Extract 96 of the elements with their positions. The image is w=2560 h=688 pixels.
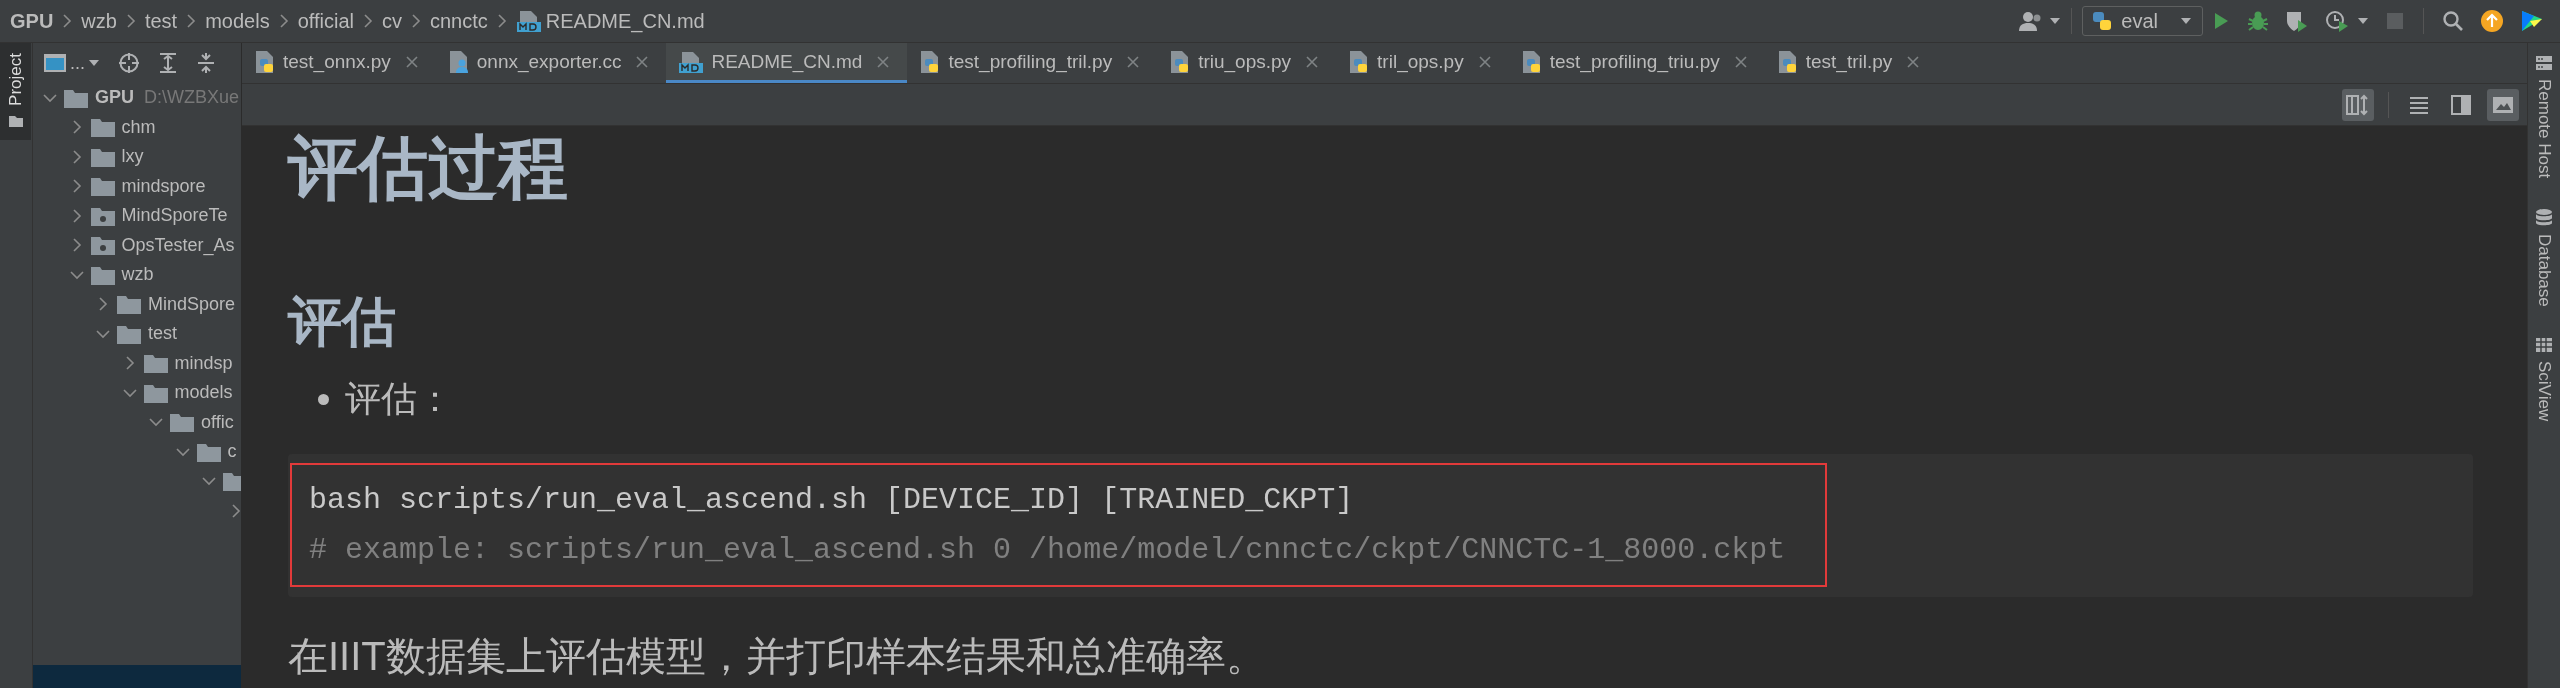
close-icon[interactable] xyxy=(1907,55,1920,68)
window-icon xyxy=(43,52,67,74)
code-line: bash scripts/run_eval_ascend.sh [DEVICE_ID] [TRAINED_CKPT] xyxy=(309,482,1354,519)
breadcrumb-separator-icon xyxy=(411,13,421,29)
breadcrumb-separator-icon xyxy=(496,13,507,29)
caret-icon xyxy=(2049,17,2062,25)
run-config-dropdown[interactable]: eval xyxy=(2082,6,2203,36)
close-icon[interactable] xyxy=(405,55,418,68)
tree-item[interactable]: GPU xyxy=(95,87,134,109)
breadcrumb-separator-icon xyxy=(186,13,197,29)
search-icon[interactable] xyxy=(2442,10,2464,32)
folder-icon xyxy=(169,411,195,434)
python-icon xyxy=(2091,10,2114,32)
split-view-icon xyxy=(2451,94,2471,115)
tree-item[interactable]: MindSpore xyxy=(148,293,236,315)
tree-item[interactable]: c xyxy=(227,441,237,463)
database-icon xyxy=(2534,208,2553,227)
breadcrumb-item[interactable]: models xyxy=(205,9,270,33)
breadcrumb-item[interactable]: cv xyxy=(382,9,402,33)
breadcrumb-separator-icon xyxy=(62,13,73,29)
tree-item[interactable]: OpsTester_As xyxy=(121,234,235,256)
folder-icon xyxy=(89,234,116,257)
bullet-icon xyxy=(318,393,329,405)
folder-icon xyxy=(89,175,116,198)
editor-tab[interactable]: onnx_exporter.cc xyxy=(435,43,667,83)
code-comment: # example: scripts/run_eval_ascend.sh 0 /home/model/cnnctc/ckpt/CNNCTC-1_8000.ckpt xyxy=(309,532,1786,569)
expand-all-icon[interactable] xyxy=(158,52,178,74)
breadcrumb-item[interactable]: README_CN.md xyxy=(545,9,705,33)
breadcrumb-item[interactable]: official xyxy=(297,9,354,33)
tool-window-tab[interactable]: Database xyxy=(2528,208,2559,307)
editor-tab[interactable]: triu_ops.py xyxy=(1157,43,1337,83)
python-file-icon xyxy=(1520,49,1543,74)
locate-icon[interactable] xyxy=(118,52,140,74)
heading: 评估过程 xyxy=(288,126,569,210)
cpp-file-icon xyxy=(447,49,470,74)
collapse-all-icon[interactable] xyxy=(196,52,216,74)
tool-window-tab[interactable]: SciView xyxy=(2528,337,2559,422)
python-file-icon xyxy=(254,49,276,74)
close-icon[interactable] xyxy=(636,55,649,68)
app-logo-icon[interactable] xyxy=(2520,9,2544,33)
update-icon[interactable] xyxy=(2480,9,2504,33)
caret-icon xyxy=(2180,17,2192,25)
breadcrumb-item[interactable]: GPU xyxy=(10,9,54,33)
caret-icon xyxy=(88,59,100,67)
close-icon[interactable] xyxy=(1478,55,1491,68)
path-label: D:\WZBXue xyxy=(144,87,240,109)
folder-icon xyxy=(142,352,169,375)
tree-item[interactable]: models xyxy=(174,382,233,404)
tree-item[interactable]: chm xyxy=(121,116,156,138)
editor-only-icon xyxy=(2409,95,2429,114)
breadcrumb-separator-icon xyxy=(125,13,136,29)
server-icon xyxy=(2534,55,2553,71)
breadcrumb-item[interactable]: test xyxy=(144,9,178,33)
close-icon[interactable] xyxy=(877,55,890,68)
editor-tab[interactable]: README_CN.md xyxy=(666,43,908,83)
tree-item[interactable]: offic xyxy=(201,411,234,433)
layout-button[interactable] xyxy=(2487,88,2519,121)
breadcrumb-separator-icon xyxy=(363,13,373,29)
editor-tab[interactable]: test_tril.py xyxy=(1764,43,1938,83)
paragraph: 在IIIT数据集上评估模型，并打印样本结果和总准确率。 xyxy=(288,633,1267,680)
caret-icon[interactable] xyxy=(2357,17,2369,25)
scroll-sync-toggle[interactable] xyxy=(2342,88,2374,121)
table-icon xyxy=(2534,337,2553,353)
folder-icon xyxy=(116,293,142,316)
tree-item[interactable]: mindsp xyxy=(174,352,233,374)
editor-tab[interactable]: test_profiling_tril.py xyxy=(907,43,1158,83)
folder-icon xyxy=(7,113,24,128)
close-icon[interactable] xyxy=(1127,55,1140,68)
python-file-icon xyxy=(1776,49,1799,74)
tool-window-tab[interactable]: Remote Host xyxy=(2528,55,2559,179)
tool-window-tab[interactable]: Project xyxy=(0,43,31,140)
tree-item[interactable]: mindspore xyxy=(121,175,206,197)
tree-item[interactable]: test xyxy=(148,323,177,345)
editor-tab[interactable]: test_profiling_triu.py xyxy=(1508,43,1765,83)
editor-tab[interactable]: tril_ops.py xyxy=(1336,43,1509,83)
coverage-icon[interactable] xyxy=(2285,10,2309,32)
breadcrumb-item[interactable]: wzb xyxy=(81,9,117,33)
account-button[interactable] xyxy=(2018,10,2062,32)
markdown-file-icon xyxy=(678,50,705,73)
view-selector[interactable]: ... xyxy=(43,52,100,74)
subheading: 评估 xyxy=(288,289,397,355)
breadcrumb-separator-icon xyxy=(278,13,289,29)
breadcrumb-item[interactable]: cnnctc xyxy=(430,9,488,33)
markdown-file-icon xyxy=(515,10,542,32)
close-icon[interactable] xyxy=(1306,55,1319,68)
tree-item[interactable]: wzb xyxy=(121,264,154,286)
bug-icon[interactable] xyxy=(2247,10,2269,32)
profiler-icon[interactable] xyxy=(2325,10,2349,32)
scroll-sync-icon xyxy=(2346,93,2370,116)
preview-only-icon xyxy=(2492,95,2514,114)
close-icon[interactable] xyxy=(1734,55,1747,68)
editor-tab[interactable]: test_onnx.py xyxy=(242,43,436,83)
folder-icon xyxy=(89,116,116,139)
tree-item[interactable]: lxy xyxy=(121,146,144,168)
tree-item[interactable]: MindSporeTe xyxy=(121,205,228,227)
list-item: 评估： xyxy=(345,377,453,421)
